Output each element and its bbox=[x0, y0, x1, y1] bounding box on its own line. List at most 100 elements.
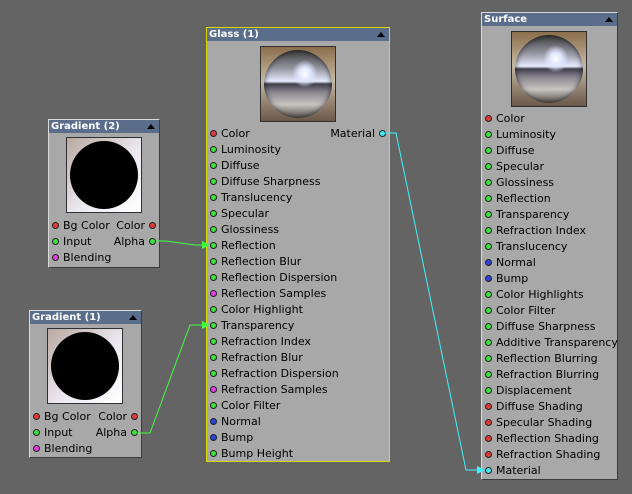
glass-node[interactable]: Glass (1) Color Luminosity Diffuse Diffuse … bbox=[206, 27, 390, 462]
port-dot-icon[interactable] bbox=[210, 178, 217, 185]
port-dot-icon[interactable] bbox=[379, 130, 386, 137]
surface-preview bbox=[511, 31, 587, 107]
wire-gradient1-alpha-to-glass-transparency[interactable] bbox=[137, 321, 210, 434]
glass-title: Glass (1) bbox=[209, 29, 259, 40]
port-dot-icon[interactable] bbox=[485, 307, 492, 314]
gradient-2-node[interactable]: Gradient (2) Bg Color Input Blending Color A… bbox=[48, 119, 160, 268]
port-dot-icon[interactable] bbox=[210, 194, 217, 201]
port-dot-icon[interactable] bbox=[33, 445, 40, 452]
collapse-arrow-icon[interactable] bbox=[377, 32, 385, 37]
port-dot-icon[interactable] bbox=[485, 339, 492, 346]
port-dot-icon[interactable] bbox=[485, 467, 492, 474]
gradient1-output-color[interactable]: Color bbox=[61, 409, 141, 425]
port-dot-icon[interactable] bbox=[149, 222, 156, 229]
port-dot-icon[interactable] bbox=[485, 323, 492, 330]
gradient-1-title: Gradient (1) bbox=[32, 312, 101, 323]
port-dot-icon[interactable] bbox=[210, 418, 217, 425]
port-dot-icon[interactable] bbox=[149, 238, 156, 245]
port-dot-icon[interactable] bbox=[33, 413, 40, 420]
port-dot-icon[interactable] bbox=[210, 130, 217, 137]
port-dot-icon[interactable] bbox=[210, 226, 217, 233]
glass-preview-sphere bbox=[264, 50, 332, 118]
gradient-1-title-bar[interactable]: Gradient (1) bbox=[30, 311, 141, 324]
port-dot-icon[interactable] bbox=[210, 450, 217, 457]
wire-glass-material-to-surface-material[interactable] bbox=[385, 132, 485, 474]
port-dot-icon[interactable] bbox=[210, 306, 217, 313]
surface-input-label: Normal bbox=[496, 256, 536, 269]
port-dot-icon[interactable] bbox=[210, 290, 217, 297]
port-dot-icon[interactable] bbox=[210, 210, 217, 217]
port-dot-icon[interactable] bbox=[210, 162, 217, 169]
surface-input-label: Diffuse bbox=[496, 144, 535, 157]
surface-input-label: Refraction Shading bbox=[496, 448, 601, 461]
glass-output-material[interactable]: Material bbox=[309, 126, 389, 142]
collapse-arrow-icon[interactable] bbox=[129, 315, 137, 320]
gradient2-output-label: Alpha bbox=[113, 235, 145, 248]
gradient2-output-alpha[interactable]: Alpha bbox=[79, 234, 159, 250]
port-dot-icon[interactable] bbox=[485, 419, 492, 426]
glass-input-label: Bump Height bbox=[221, 447, 294, 460]
port-dot-icon[interactable] bbox=[485, 275, 492, 282]
port-dot-icon[interactable] bbox=[210, 386, 217, 393]
glass-input-label: Normal bbox=[221, 415, 261, 428]
surface-input-label: Bump bbox=[496, 272, 529, 285]
surface-input-label: Color bbox=[496, 112, 525, 125]
collapse-arrow-icon[interactable] bbox=[147, 124, 155, 129]
port-dot-icon[interactable] bbox=[485, 435, 492, 442]
port-dot-icon[interactable] bbox=[485, 227, 492, 234]
port-dot-icon[interactable] bbox=[485, 387, 492, 394]
surface-input-label: Specular bbox=[496, 160, 545, 173]
port-dot-icon[interactable] bbox=[52, 238, 59, 245]
wire-gradient2-alpha-to-glass-reflection[interactable] bbox=[156, 240, 210, 249]
port-dot-icon[interactable] bbox=[485, 147, 492, 154]
glass-input-label: Bump bbox=[221, 431, 254, 444]
port-dot-icon[interactable] bbox=[485, 163, 492, 170]
gradient-2-preview-sphere bbox=[70, 141, 138, 209]
gradient1-output-alpha[interactable]: Alpha bbox=[61, 425, 141, 441]
port-dot-icon[interactable] bbox=[210, 274, 217, 281]
glass-output-label: Material bbox=[330, 127, 375, 140]
port-dot-icon[interactable] bbox=[210, 338, 217, 345]
glass-preview bbox=[260, 46, 336, 122]
port-dot-icon[interactable] bbox=[485, 115, 492, 122]
port-dot-icon[interactable] bbox=[52, 254, 59, 261]
surface-title-bar[interactable]: Surface bbox=[482, 13, 617, 26]
collapse-arrow-icon[interactable] bbox=[605, 17, 613, 22]
glass-input-label: Diffuse bbox=[221, 159, 260, 172]
port-dot-icon[interactable] bbox=[33, 429, 40, 436]
glass-input-label: Refraction Blur bbox=[221, 351, 303, 364]
port-dot-icon[interactable] bbox=[485, 243, 492, 250]
port-dot-icon[interactable] bbox=[485, 131, 492, 138]
port-dot-icon[interactable] bbox=[210, 258, 217, 265]
port-dot-icon[interactable] bbox=[131, 429, 138, 436]
gradient2-output-label: Color bbox=[116, 219, 145, 232]
surface-input-label: Reflection bbox=[496, 192, 551, 205]
glass-input-label: Refraction Dispersion bbox=[221, 367, 339, 380]
surface-input-label: Material bbox=[496, 464, 541, 477]
port-dot-icon[interactable] bbox=[485, 371, 492, 378]
port-dot-icon[interactable] bbox=[210, 402, 217, 409]
port-dot-icon[interactable] bbox=[210, 146, 217, 153]
port-dot-icon[interactable] bbox=[485, 179, 492, 186]
port-dot-icon[interactable] bbox=[485, 355, 492, 362]
surface-node[interactable]: Surface Color Luminosity Diffuse Specular Gl… bbox=[481, 12, 618, 480]
port-dot-icon[interactable] bbox=[485, 403, 492, 410]
port-dot-icon[interactable] bbox=[210, 434, 217, 441]
port-dot-icon[interactable] bbox=[485, 195, 492, 202]
gradient-2-preview bbox=[66, 137, 142, 213]
glass-title-bar[interactable]: Glass (1) bbox=[207, 28, 389, 41]
port-dot-icon[interactable] bbox=[210, 354, 217, 361]
surface-input-label: Color Filter bbox=[496, 304, 556, 317]
port-dot-icon[interactable] bbox=[485, 211, 492, 218]
port-dot-icon[interactable] bbox=[485, 451, 492, 458]
port-dot-icon[interactable] bbox=[485, 259, 492, 266]
port-dot-icon[interactable] bbox=[210, 370, 217, 377]
gradient-1-node[interactable]: Gradient (1) Bg Color Input Blending Color A… bbox=[29, 310, 142, 458]
port-dot-icon[interactable] bbox=[52, 222, 59, 229]
port-dot-icon[interactable] bbox=[210, 242, 217, 249]
gradient-2-title-bar[interactable]: Gradient (2) bbox=[49, 120, 159, 133]
port-dot-icon[interactable] bbox=[485, 291, 492, 298]
port-dot-icon[interactable] bbox=[131, 413, 138, 420]
gradient2-output-color[interactable]: Color bbox=[79, 218, 159, 234]
port-dot-icon[interactable] bbox=[210, 322, 217, 329]
